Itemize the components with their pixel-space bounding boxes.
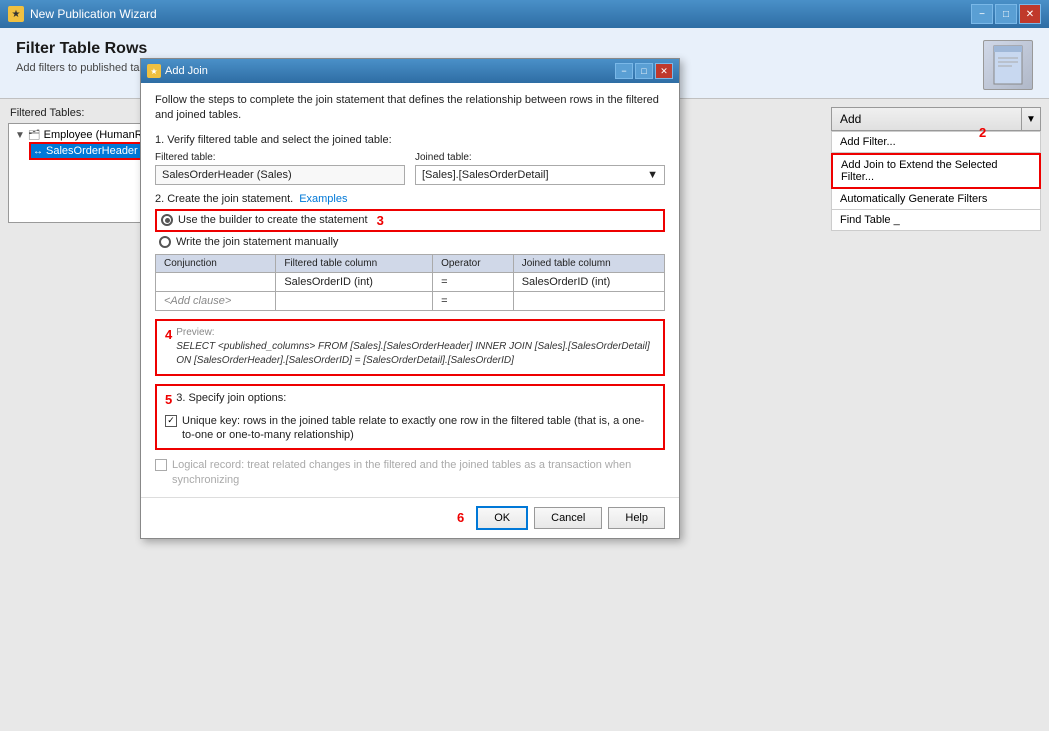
row1-filtered-col: SalesOrderID (int) [276, 272, 433, 291]
preview-box: 4 Preview: SELECT <published_columns> FR… [155, 319, 665, 376]
add-button-group: Add ▼ Add Filter... Add Join to Extend t… [831, 107, 1041, 231]
dialog-icon: ★ [147, 64, 161, 78]
step-number-5: 5 [165, 392, 172, 407]
minimize-button[interactable]: − [971, 4, 993, 24]
dialog-controls: − □ ✕ [615, 63, 673, 79]
join-row-2: <Add clause> = [156, 291, 665, 310]
close-button[interactable]: ✕ [1019, 4, 1041, 24]
filtered-table-value: SalesOrderHeader (Sales) [155, 165, 405, 185]
add-join-dialog: ★ Add Join − □ ✕ Follow the steps to com… [140, 58, 680, 539]
unique-key-label: Unique key: rows in the joined table rel… [182, 414, 655, 443]
col-joined-col: Joined table column [513, 254, 664, 272]
dialog-title: Add Join [165, 65, 208, 77]
dialog-maximize[interactable]: □ [635, 63, 653, 79]
add-main-button[interactable]: Add [831, 107, 1021, 131]
dialog-footer: 6 OK Cancel Help [141, 497, 679, 538]
joined-table-dropdown[interactable]: [Sales].[SalesOrderDetail] ▼ [415, 165, 665, 185]
join-table: Conjunction Filtered table column Operat… [155, 254, 665, 311]
step-number-2: 2 [979, 125, 986, 140]
row1-joined-col: SalesOrderID (int) [513, 272, 664, 291]
dropdown-arrow-icon: ▼ [647, 169, 658, 181]
title-bar-left: ★ New Publication Wizard [8, 6, 157, 22]
dialog-minimize[interactable]: − [615, 63, 633, 79]
radio-use-builder-label: Use the builder to create the statement [178, 214, 368, 226]
tables-row: Filtered table: SalesOrderHeader (Sales)… [155, 152, 665, 185]
right-panel: Add ▼ Add Filter... Add Join to Extend t… [831, 107, 1041, 714]
col-filtered-col: Filtered table column [276, 254, 433, 272]
find-table-menu-item[interactable]: Find Table _ [831, 210, 1041, 231]
join-row-1: SalesOrderID (int) = SalesOrderID (int) [156, 272, 665, 291]
radio-write-manually-input[interactable] [159, 236, 171, 248]
cancel-button[interactable]: Cancel [534, 507, 602, 529]
add-join-menu-item[interactable]: Add Join to Extend the Selected Filter..… [831, 153, 1041, 189]
auto-generate-menu-item[interactable]: Automatically Generate Filters [831, 189, 1041, 210]
logical-record-option: Logical record: treat related changes in… [155, 458, 665, 487]
row1-conjunction [156, 272, 276, 291]
window-title: New Publication Wizard [30, 7, 157, 21]
page-title: Filter Table Rows [16, 40, 400, 58]
joined-table-col: Joined table: [Sales].[SalesOrderDetail]… [415, 152, 665, 185]
radio-write-manually-label: Write the join statement manually [176, 236, 338, 248]
split-button: Add ▼ [831, 107, 1041, 131]
dialog-title-left: ★ Add Join [147, 64, 208, 78]
dialog-close[interactable]: ✕ [655, 63, 673, 79]
logical-record-checkbox[interactable] [155, 459, 167, 471]
step2-section: 2. Create the join statement. Examples U… [155, 193, 665, 311]
step1-label: 1. Verify filtered table and select the … [155, 134, 665, 146]
dialog-title-bar: ★ Add Join − □ ✕ [141, 59, 679, 83]
preview-text: SELECT <published_columns> FROM [Sales].… [176, 340, 655, 368]
radio-group: Use the builder to create the statement … [155, 209, 665, 250]
table-icon: 🗂 [28, 130, 41, 141]
row2-operator: = [433, 291, 514, 310]
main-window: Filter Table Rows Add filters to publish… [0, 28, 1049, 731]
title-bar-controls: − □ ✕ [971, 4, 1041, 24]
row2-joined-col [513, 291, 664, 310]
app-icon: ★ [8, 6, 24, 22]
ok-button[interactable]: OK [476, 506, 528, 530]
dialog-intro: Follow the steps to complete the join st… [155, 93, 665, 124]
wizard-icon [983, 40, 1033, 90]
add-filter-menu-item[interactable]: Add Filter... [831, 131, 1041, 153]
col-conjunction: Conjunction [156, 254, 276, 272]
expand-icon: ▼ [15, 130, 25, 141]
row2-filtered-col [276, 291, 433, 310]
step3-label: 3. Specify join options: [176, 392, 286, 404]
filtered-table-label: Filtered table: [155, 152, 405, 163]
row2-add-clause[interactable]: <Add clause> [156, 291, 276, 310]
dialog-body: Follow the steps to complete the join st… [141, 83, 679, 497]
step2-header: 2. Create the join statement. Examples [155, 193, 665, 205]
col-operator: Operator [433, 254, 514, 272]
step-number-6: 6 [457, 510, 464, 525]
add-dropdown-menu: Add Filter... Add Join to Extend the Sel… [831, 131, 1041, 231]
maximize-button[interactable]: □ [995, 4, 1017, 24]
preview-label: Preview: [176, 327, 655, 338]
radio-write-manually[interactable]: Write the join statement manually [155, 234, 665, 250]
join-icon: ↔ [33, 146, 43, 157]
step-number-3: 3 [377, 213, 384, 228]
title-bar: ★ New Publication Wizard − □ ✕ [0, 0, 1049, 28]
options-box: 5 3. Specify join options: Unique key: r… [155, 384, 665, 451]
step-number-4: 4 [165, 327, 172, 342]
help-button[interactable]: Help [608, 507, 665, 529]
filtered-table-col: Filtered table: SalesOrderHeader (Sales) [155, 152, 405, 185]
examples-link[interactable]: Examples [299, 193, 347, 205]
unique-key-checkbox[interactable] [165, 415, 177, 427]
row1-operator: = [433, 272, 514, 291]
joined-table-label: Joined table: [415, 152, 665, 163]
add-dropdown-arrow[interactable]: ▼ [1021, 107, 1041, 131]
radio-use-builder[interactable]: Use the builder to create the statement … [155, 209, 665, 232]
unique-key-option: Unique key: rows in the joined table rel… [165, 414, 655, 443]
radio-use-builder-input[interactable] [161, 214, 173, 226]
logical-record-label: Logical record: treat related changes in… [172, 458, 665, 487]
